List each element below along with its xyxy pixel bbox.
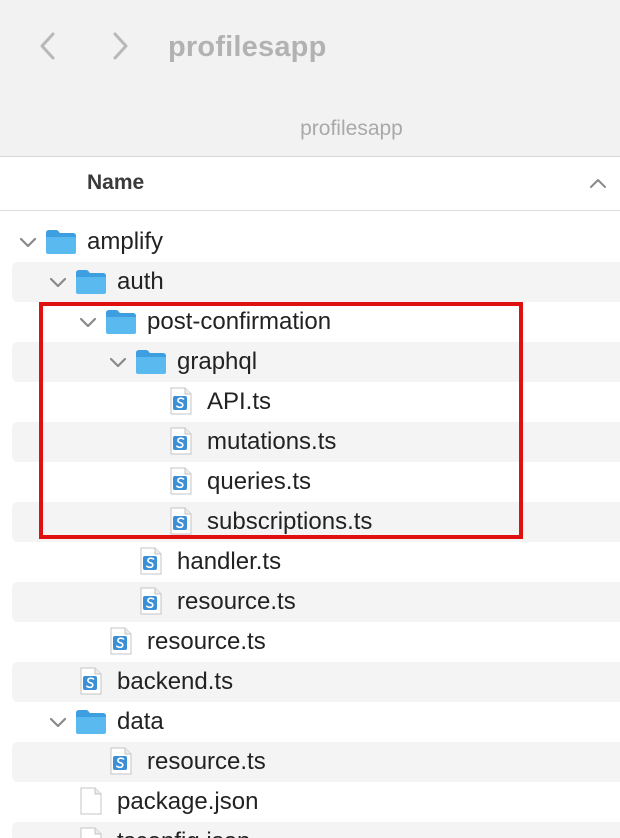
item-label: resource.ts [177,588,296,615]
forward-button[interactable] [102,28,138,64]
list-item[interactable]: mutations.ts [12,422,620,462]
list-item[interactable]: resource.ts [12,742,620,782]
typescript-file-icon [170,387,192,415]
list-item[interactable]: resource.ts [12,582,620,622]
chevron-down-icon[interactable] [18,232,38,252]
column-header: Name [0,157,620,211]
typescript-file-icon [140,547,162,575]
typescript-file-icon [140,587,162,615]
chevron-down-icon[interactable] [78,312,98,332]
finder-window: profilesapp profilesapp Name amplify aut… [0,0,620,838]
list-item[interactable]: package.json [12,782,620,822]
list-item[interactable]: resource.ts [12,622,620,662]
item-label: handler.ts [177,548,282,575]
list-item[interactable]: API.ts [12,382,620,422]
toolbar: profilesapp profilesapp [0,0,620,157]
file-list: amplify auth post-confirmation graphql A… [0,222,620,838]
list-item[interactable]: backend.ts [12,662,620,702]
folder-icon [76,270,106,294]
chevron-down-icon[interactable] [108,352,128,372]
list-item[interactable]: post-confirmation [12,302,620,342]
json-file-icon [80,787,102,815]
item-label: graphql [177,348,258,375]
item-label: API.ts [207,388,272,415]
typescript-file-icon [80,667,102,695]
item-label: resource.ts [147,748,266,775]
typescript-file-icon [110,747,132,775]
item-label: data [117,708,164,735]
list-item[interactable]: tsconfig.json [12,822,620,838]
typescript-file-icon [170,467,192,495]
list-item[interactable]: handler.ts [12,542,620,582]
folder-icon [76,710,106,734]
sort-toggle[interactable] [586,171,610,195]
list-item[interactable]: data [12,702,620,742]
item-label: mutations.ts [207,428,337,455]
item-label: package.json [117,788,259,815]
path-title: profilesapp [300,117,403,140]
item-label: amplify [87,228,164,255]
folder-icon [106,310,136,334]
json-file-icon [80,827,102,838]
item-label: auth [117,268,164,295]
chevron-left-icon [40,32,55,60]
window-title: profilesapp [168,31,327,63]
chevron-up-icon [590,179,606,188]
list-item[interactable]: amplify [12,222,620,262]
item-label: queries.ts [207,468,312,495]
back-button[interactable] [30,28,66,64]
list-item[interactable]: queries.ts [12,462,620,502]
folder-icon [136,350,166,374]
chevron-right-icon [113,32,128,60]
item-label: subscriptions.ts [207,508,373,535]
folder-icon [46,230,76,254]
typescript-file-icon [170,427,192,455]
item-label: resource.ts [147,628,266,655]
typescript-file-icon [170,507,192,535]
name-column-header[interactable]: Name [87,170,144,196]
list-item[interactable]: graphql [12,342,620,382]
chevron-down-icon[interactable] [48,712,68,732]
item-label: tsconfig.json [117,827,250,838]
item-label: backend.ts [117,668,234,695]
typescript-file-icon [110,627,132,655]
item-label: post-confirmation [147,308,332,335]
list-item[interactable]: subscriptions.ts [12,502,620,542]
chevron-down-icon[interactable] [48,272,68,292]
list-item[interactable]: auth [12,262,620,302]
